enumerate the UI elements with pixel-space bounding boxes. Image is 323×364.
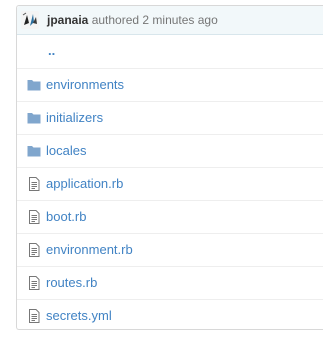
file-icon [27, 210, 41, 224]
file-link[interactable]: application.rb [46, 176, 123, 191]
file-link[interactable]: environment.rb [46, 242, 133, 257]
last-commit-bar: jpanaia authored 2 minutes ago [17, 6, 323, 35]
author-avatar[interactable] [21, 11, 39, 29]
file-row[interactable]: secrets.yml [17, 299, 323, 332]
parent-directory-row[interactable]: .. [17, 35, 323, 69]
file-icon [27, 276, 41, 290]
folder-link[interactable]: locales [46, 143, 86, 158]
folder-row[interactable]: environments [17, 68, 323, 102]
file-row[interactable]: environment.rb [17, 233, 323, 267]
file-row[interactable]: routes.rb [17, 266, 323, 300]
folder-icon [27, 78, 41, 92]
commit-meta: authored 2 minutes ago [88, 13, 218, 27]
parent-directory-link[interactable]: .. [48, 43, 55, 58]
folder-link[interactable]: initializers [46, 110, 103, 125]
file-link[interactable]: routes.rb [46, 275, 97, 290]
folder-row[interactable]: locales [17, 134, 323, 168]
commit-author-link[interactable]: jpanaia [47, 13, 88, 27]
file-row[interactable]: boot.rb [17, 200, 323, 234]
folder-icon [27, 144, 41, 158]
file-icon [27, 243, 41, 257]
folder-row[interactable]: initializers [17, 101, 323, 135]
folder-icon [27, 111, 41, 125]
file-icon [27, 177, 41, 191]
file-link[interactable]: boot.rb [46, 209, 86, 224]
folder-link[interactable]: environments [46, 77, 124, 92]
file-browser: jpanaia authored 2 minutes ago .. enviro… [16, 5, 323, 330]
file-row[interactable]: application.rb [17, 167, 323, 201]
commit-summary: jpanaia authored 2 minutes ago [47, 13, 218, 27]
file-icon [27, 309, 41, 323]
file-link[interactable]: secrets.yml [46, 308, 112, 323]
